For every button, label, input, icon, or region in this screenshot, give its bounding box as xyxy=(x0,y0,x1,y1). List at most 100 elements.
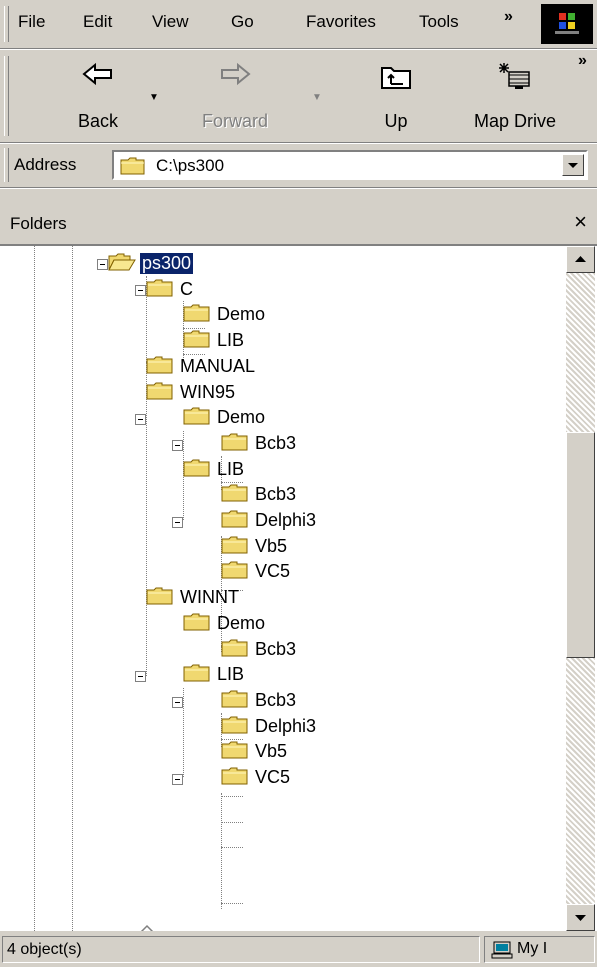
tree-node-label[interactable]: Bcb3 xyxy=(253,639,298,660)
forward-dropdown-arrow[interactable]: ▼ xyxy=(312,92,322,103)
tree-node[interactable]: LIB xyxy=(183,663,423,689)
scroll-thumb[interactable] xyxy=(566,432,595,658)
scroll-up-button[interactable] xyxy=(566,246,595,273)
address-grip[interactable] xyxy=(4,148,9,182)
up-button[interactable]: Up xyxy=(356,58,436,138)
folder-icon xyxy=(183,329,211,354)
collapse-icon[interactable] xyxy=(135,671,146,682)
tree-node-label[interactable]: Demo xyxy=(215,613,267,634)
tree-node[interactable]: Demo xyxy=(183,612,423,638)
tree-node[interactable]: WIN95 xyxy=(146,381,386,407)
tree-node[interactable]: Bcb3 xyxy=(221,483,461,509)
tree-node-label[interactable]: Bcb3 xyxy=(253,690,298,711)
folder-icon xyxy=(146,355,174,380)
menu-file[interactable]: File xyxy=(18,12,45,32)
collapse-icon[interactable] xyxy=(172,774,183,785)
my-computer-icon xyxy=(491,941,513,959)
folder-icon xyxy=(146,586,174,611)
tree-node[interactable]: VC5 xyxy=(221,766,461,792)
tree-node[interactable]: Bcb3 xyxy=(221,689,461,715)
tree-node[interactable]: LIB xyxy=(183,458,423,484)
status-panel-objects: 4 object(s) xyxy=(2,936,480,963)
status-object-count: 4 object(s) xyxy=(7,941,82,958)
menu-view[interactable]: View xyxy=(152,12,189,32)
tree-node-label[interactable]: VC5 xyxy=(253,767,292,788)
folder-tree[interactable]: ps300 C Demo LIB MANUAL WIN95 Demo Bcb3 LIB Bcb3 D… xyxy=(0,244,597,931)
folder-icon xyxy=(221,740,249,765)
forward-label: Forward xyxy=(201,111,268,131)
folders-title: Folders xyxy=(10,214,67,233)
back-dropdown-arrow[interactable]: ▼ xyxy=(149,92,159,103)
forward-arrow-icon xyxy=(221,62,251,86)
tree-node[interactable]: Demo xyxy=(183,406,423,432)
tree-node[interactable]: ps300 xyxy=(108,252,348,278)
vertical-scrollbar[interactable] xyxy=(566,246,595,931)
windows-logo-icon xyxy=(541,4,593,44)
tree-node-label[interactable]: LIB xyxy=(215,664,246,685)
tree-node-label[interactable]: LIB xyxy=(215,330,246,351)
tree-node[interactable]: Bcb3 xyxy=(221,638,461,664)
folder-icon xyxy=(221,483,249,508)
tree-node-label[interactable]: ps300 xyxy=(140,253,194,274)
collapse-icon[interactable] xyxy=(135,285,146,296)
tree-node[interactable]: Delphi3 xyxy=(221,509,461,535)
toolbar-overflow-chevron[interactable]: » xyxy=(578,52,587,70)
toolbar-grip[interactable] xyxy=(4,56,9,136)
tree-node[interactable]: Demo xyxy=(183,303,423,329)
up-label: Up xyxy=(384,111,408,131)
tree-node-label[interactable]: Delphi3 xyxy=(253,716,318,737)
folder-icon xyxy=(221,638,249,663)
forward-button[interactable]: Forward xyxy=(180,58,290,138)
tree-node-label[interactable]: Demo xyxy=(215,407,267,428)
tree-node[interactable]: LIB xyxy=(183,329,423,355)
folders-pane-header: Folders × xyxy=(0,200,597,244)
chevron-up-icon xyxy=(575,256,586,262)
tree-node-label[interactable]: Delphi3 xyxy=(253,510,318,531)
folder-icon xyxy=(120,157,146,180)
tree-node[interactable]: Vb5 xyxy=(221,740,461,766)
address-input[interactable]: C:\ps300 xyxy=(112,150,588,180)
folder-icon xyxy=(183,663,211,688)
tree-node-label[interactable]: Demo xyxy=(215,304,267,325)
collapse-icon[interactable] xyxy=(97,259,108,270)
standard-toolbar: Back ▼ Forward ▼ Up Map Drive » xyxy=(0,50,597,142)
tree-node[interactable]: Bcb3 xyxy=(221,432,461,458)
collapse-icon[interactable] xyxy=(172,517,183,528)
map-drive-label: Map Drive xyxy=(473,111,557,131)
menu-tools[interactable]: Tools xyxy=(419,12,459,32)
collapse-icon[interactable] xyxy=(135,414,146,425)
status-zone: My I xyxy=(517,940,548,957)
tree-node[interactable]: WINNT xyxy=(146,586,386,612)
menu-favorites[interactable]: Favorites xyxy=(306,12,376,32)
menu-edit[interactable]: Edit xyxy=(83,12,112,32)
menu-overflow-chevron[interactable]: » xyxy=(504,8,513,26)
close-icon[interactable]: × xyxy=(574,209,587,235)
tree-node-label[interactable]: Vb5 xyxy=(253,536,289,557)
tree-node-label[interactable]: Bcb3 xyxy=(253,433,298,454)
collapse-icon[interactable] xyxy=(172,440,183,451)
tree-node-label[interactable]: Vb5 xyxy=(253,741,289,762)
tree-node[interactable]: Delphi3 xyxy=(221,715,461,741)
tree-node[interactable]: VC5 xyxy=(221,560,461,586)
tree-node-label[interactable]: WINNT xyxy=(178,587,241,608)
tree-node-label[interactable]: VC5 xyxy=(253,561,292,582)
scroll-down-button[interactable] xyxy=(566,904,595,931)
back-button[interactable]: Back xyxy=(58,58,138,138)
map-drive-button[interactable]: Map Drive xyxy=(455,58,575,138)
collapse-icon[interactable] xyxy=(172,697,183,708)
folder-icon xyxy=(183,458,211,483)
tree-node-label[interactable]: MANUAL xyxy=(178,356,257,377)
tree-node[interactable]: Vb5 xyxy=(221,535,461,561)
folder-icon xyxy=(146,278,174,303)
tree-node[interactable]: MANUAL xyxy=(146,355,386,381)
tree-node-label[interactable]: Bcb3 xyxy=(253,484,298,505)
menu-grip[interactable] xyxy=(4,6,9,42)
tree-node-label[interactable]: LIB xyxy=(215,459,246,480)
recycled-icon xyxy=(140,924,154,931)
menu-go[interactable]: Go xyxy=(231,12,254,32)
tree-node[interactable]: C xyxy=(146,278,386,304)
tree-node-label[interactable]: C xyxy=(178,279,195,300)
address-dropdown-button[interactable] xyxy=(562,154,584,176)
tree-node-label[interactable]: WIN95 xyxy=(178,382,237,403)
open-folder-icon xyxy=(108,252,136,277)
